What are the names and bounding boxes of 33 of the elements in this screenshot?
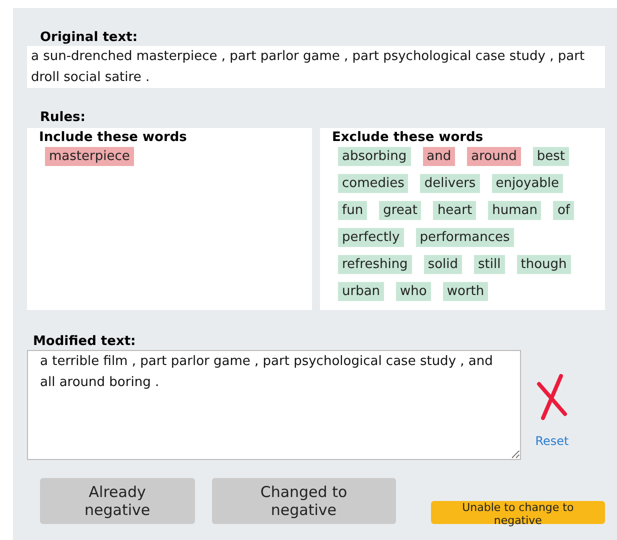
- word-tag: urban: [338, 282, 384, 301]
- word-tag: worth: [442, 282, 488, 301]
- modified-text-field[interactable]: a terrible film , part parlor game , part psychological case study , and all around boring .: [27, 350, 521, 460]
- section-label: Modified text:: [32, 334, 137, 349]
- word-tag: still: [474, 255, 505, 274]
- panel-title: Include these words: [39, 130, 188, 145]
- word-tag: of: [553, 201, 574, 220]
- answer-button[interactable]: Already negative: [40, 478, 195, 524]
- word-tag: fun: [338, 201, 368, 220]
- word-tag: perfectly: [338, 228, 404, 247]
- word-tag: and: [422, 147, 456, 166]
- word-tag: though: [516, 255, 571, 274]
- section-label: Rules:: [39, 110, 86, 125]
- section-label: Original text:: [39, 30, 139, 45]
- word-tag: absorbing: [338, 147, 411, 166]
- word-tag: heart: [433, 201, 476, 220]
- word-tag: great: [379, 201, 422, 220]
- word-tag: refreshing: [338, 255, 412, 274]
- word-tag: who: [396, 282, 431, 301]
- word-tag: solid: [424, 255, 462, 274]
- answer-button[interactable]: Changed to negative: [212, 478, 396, 524]
- word-tag: delivers: [420, 174, 480, 193]
- original-text: a sun-drenched masterpiece , part parlor game , part psychological case study , part droll social satire .: [27, 46, 605, 88]
- word-tag: comedies: [338, 174, 408, 193]
- panel-title: Exclude these words: [332, 130, 484, 145]
- word-tag: best: [532, 147, 569, 166]
- reset-link[interactable]: Reset: [535, 434, 569, 448]
- word-tag: performances: [416, 228, 514, 247]
- word-tag: masterpiece: [45, 147, 134, 166]
- word-tag: enjoyable: [492, 174, 564, 193]
- unable-button[interactable]: Unable to change to negative: [430, 501, 605, 524]
- word-tag: human: [488, 201, 542, 220]
- word-tag: around: [467, 147, 521, 166]
